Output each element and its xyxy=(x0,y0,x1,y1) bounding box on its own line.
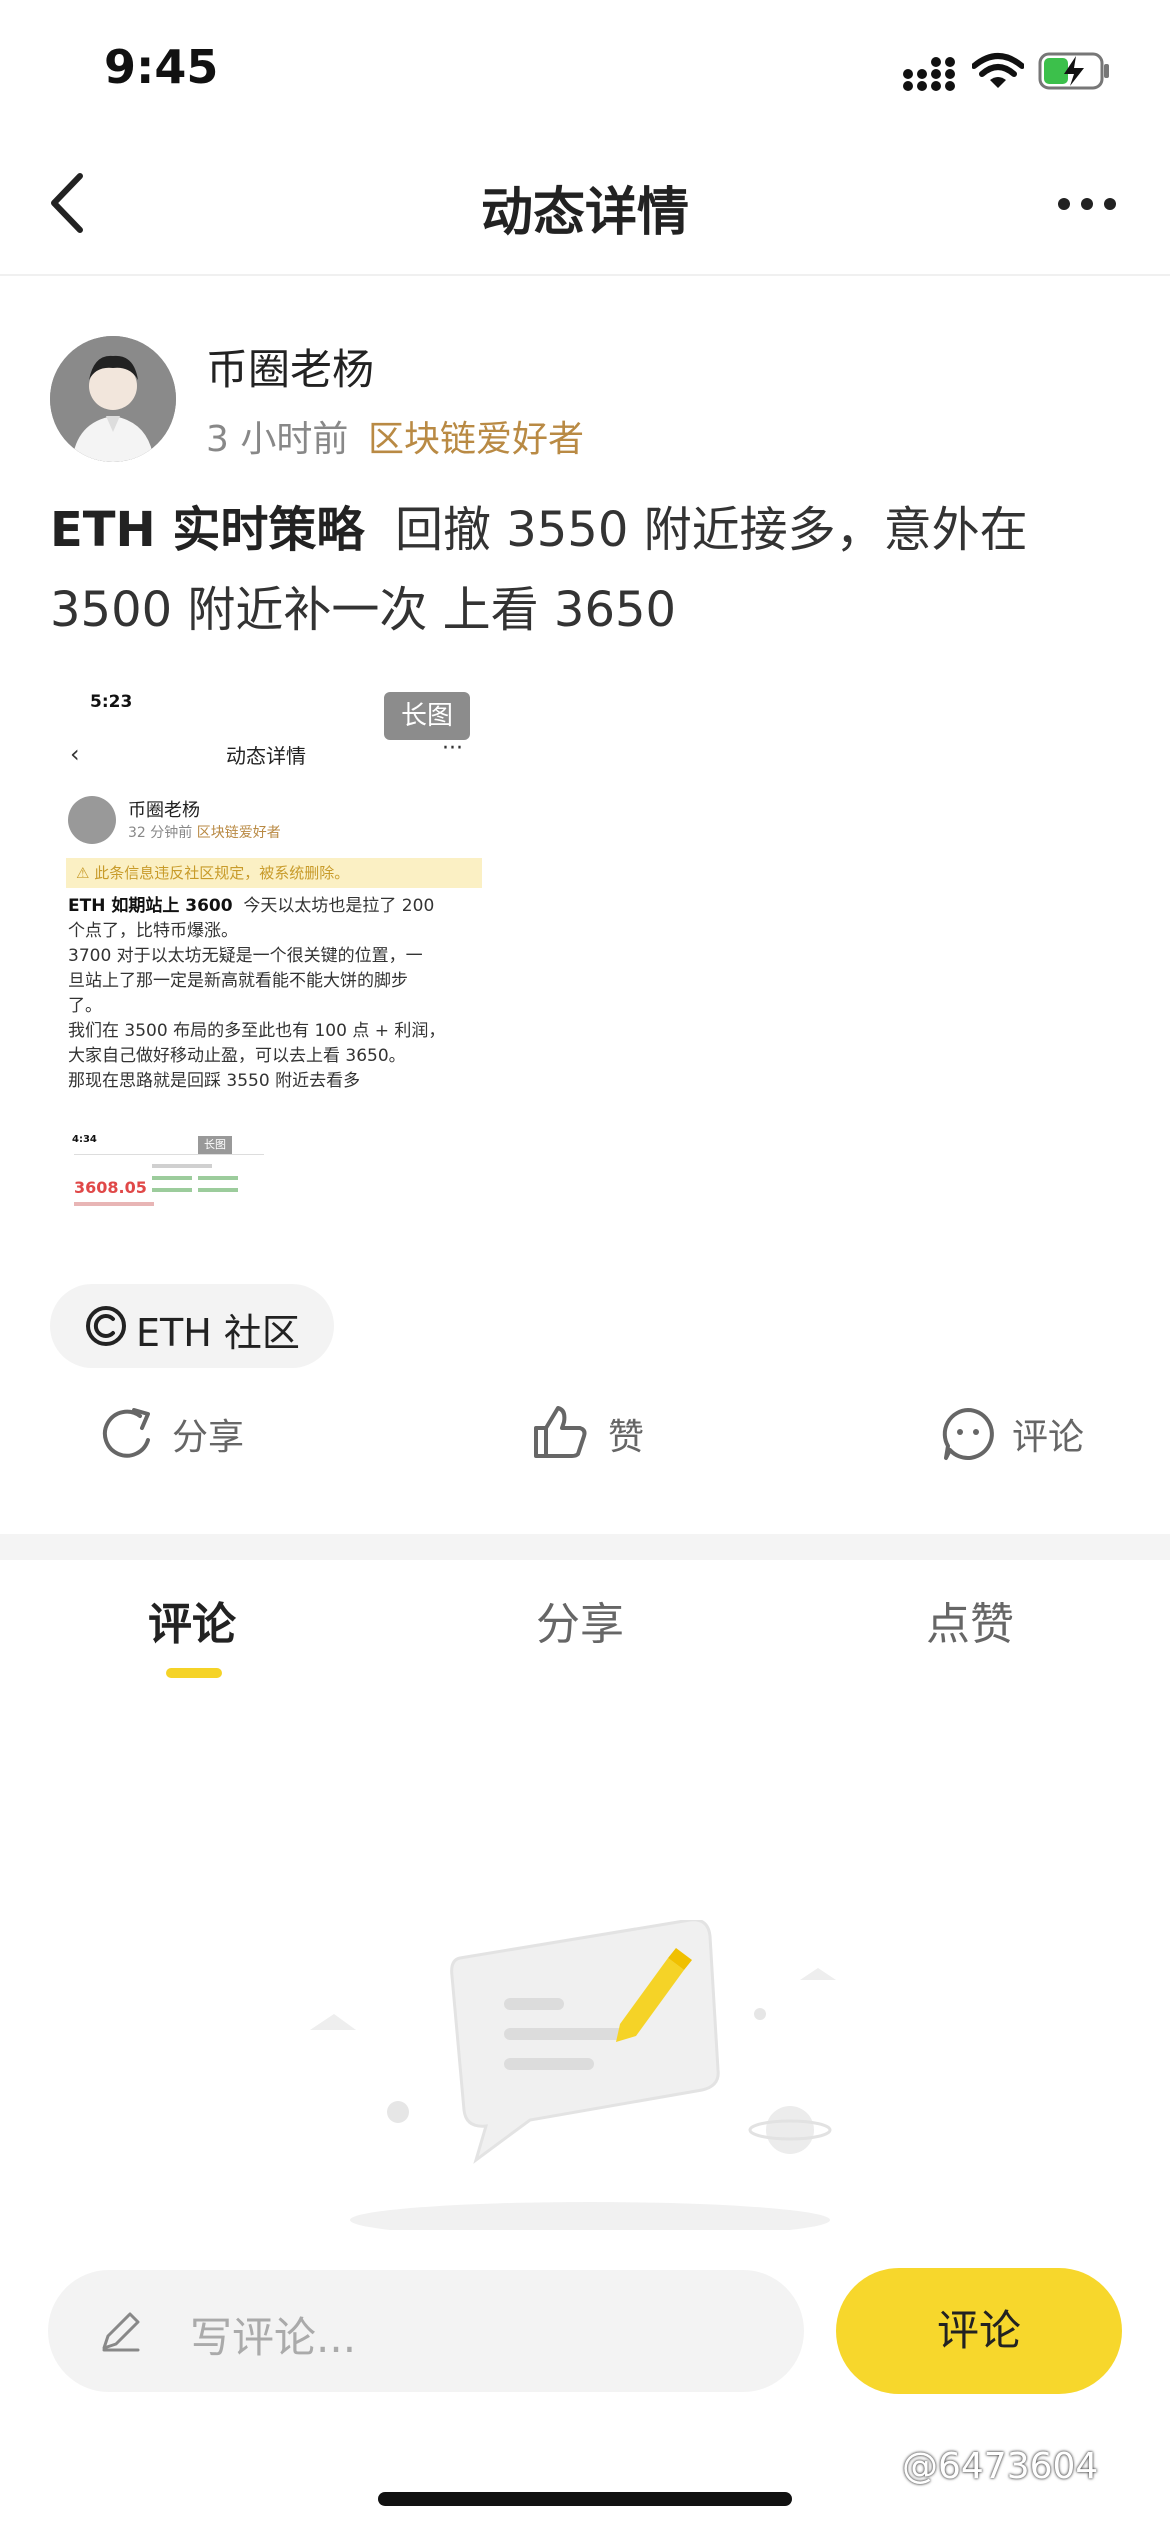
image-avatar xyxy=(68,796,116,844)
long-image-badge: 长图 xyxy=(384,692,470,740)
tab-comments[interactable]: 评论 xyxy=(148,1588,236,1652)
comment-placeholder: 写评论... xyxy=(190,2313,357,2362)
post-title-bold: ETH 实时策略 xyxy=(50,502,365,558)
cellular-signal-icon xyxy=(903,57,955,91)
active-tab-indicator xyxy=(166,1668,222,1678)
community-tag-label: ETH 社区 xyxy=(136,1311,300,1355)
wifi-icon xyxy=(972,53,1024,88)
image-author-name: 币圈老杨 xyxy=(128,800,200,821)
post-text-line2: 3500 附近补一次 上看 3650 xyxy=(50,582,677,638)
post-time: 3 小时前 xyxy=(206,419,349,460)
like-icon[interactable] xyxy=(532,1404,588,1460)
community-icon xyxy=(86,1306,126,1346)
pencil-icon xyxy=(102,2312,140,2352)
avatar[interactable] xyxy=(50,336,176,462)
image-body-text: ETH 如期站上 3600 今天以太坊也是拉了 200 个点了，比特币爆涨。 3… xyxy=(68,896,446,1091)
author-tag: 区块链爱好者 xyxy=(368,419,585,460)
community-tag[interactable]: ETH 社区 xyxy=(50,1284,334,1368)
share-icon[interactable] xyxy=(100,1406,156,1462)
tab-likes[interactable]: 点赞 xyxy=(926,1588,1014,1652)
nav-divider xyxy=(0,274,1170,276)
comment-submit-button[interactable]: 评论 xyxy=(836,2268,1122,2394)
battery-charging-icon xyxy=(1038,52,1109,90)
page-title: 动态详情 xyxy=(480,183,689,243)
like-action-label[interactable]: 赞 xyxy=(608,1408,644,1460)
image-page-title: 动态详情 xyxy=(226,744,306,768)
image-warning-banner: ⚠ 此条信息违反社区规定，被系统删除。 xyxy=(66,858,482,888)
tab-shares[interactable]: 分享 xyxy=(536,1588,624,1652)
status-time: 9:45 xyxy=(104,40,219,94)
section-divider xyxy=(0,1534,1170,1560)
author-name[interactable]: 币圈老杨 xyxy=(206,336,374,397)
empty-comments-illustration xyxy=(310,1920,836,2230)
avatar-portrait xyxy=(50,336,176,462)
share-action-label[interactable]: 分享 xyxy=(172,1408,244,1460)
image-inner-screenshot: 4:34 长图 3608.05 xyxy=(68,1134,268,1224)
post-text: ETH 实时策略 回撤 3550 附近接多，意外在 3500 附近补一次 上看 … xyxy=(50,490,1120,650)
comment-icon[interactable] xyxy=(940,1406,996,1462)
comment-input[interactable]: 写评论... xyxy=(48,2270,804,2392)
home-indicator xyxy=(378,2492,792,2506)
post-image[interactable]: 5:23 ‹ 动态详情 ··· 币圈老杨 32 分钟前 区块链爱好者 ⚠ 此条信… xyxy=(50,684,482,1240)
post-text-line1: 回撤 3550 附近接多，意外在 xyxy=(394,502,1028,558)
image-meta: 32 分钟前 区块链爱好者 xyxy=(128,825,281,841)
image-status-time: 5:23 xyxy=(90,692,133,712)
watermark: @6473604 xyxy=(902,2446,1099,2487)
comment-action-label[interactable]: 评论 xyxy=(1012,1408,1084,1460)
more-icon[interactable] xyxy=(1056,196,1118,212)
